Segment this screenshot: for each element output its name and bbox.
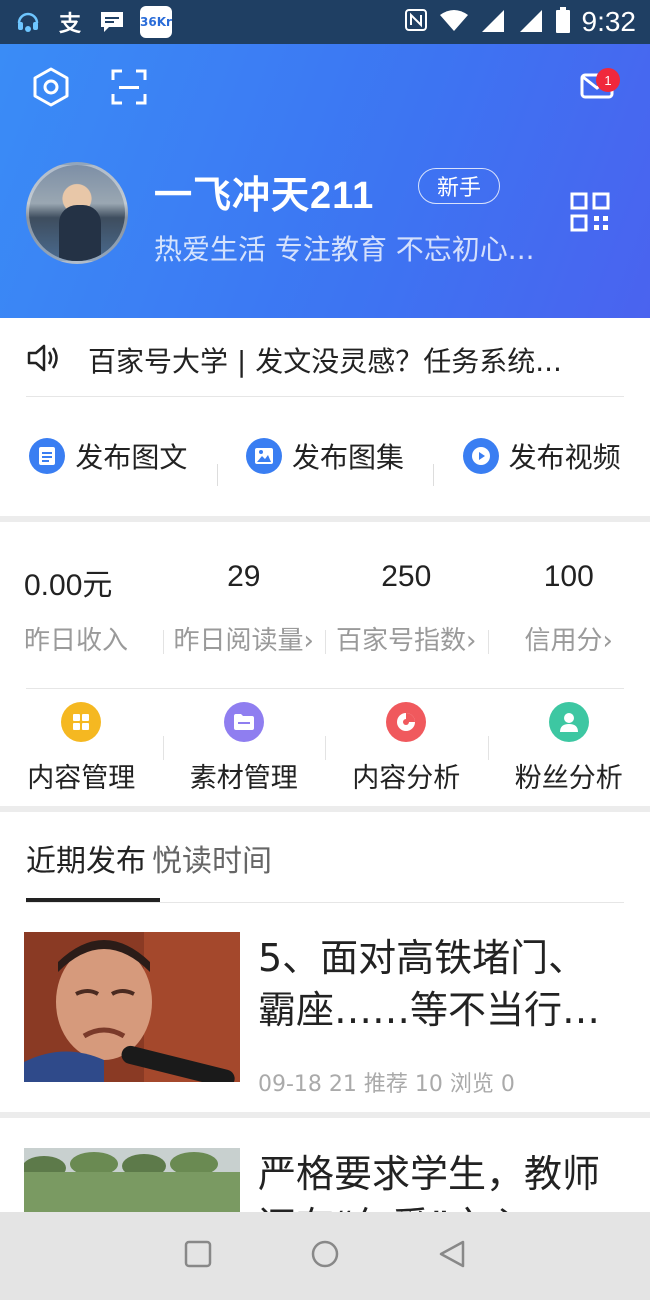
username: 一飞冲天211 bbox=[154, 175, 375, 217]
article-item[interactable]: 严格要求学生，教师还有“仁爱”之心 bbox=[24, 1148, 624, 1218]
headset-icon bbox=[14, 8, 42, 36]
alipay-icon: 支 bbox=[58, 12, 81, 37]
content-analysis-button[interactable]: 内容分析 bbox=[325, 698, 488, 795]
recent-apps-icon[interactable] bbox=[183, 1239, 213, 1273]
publish-gallery-label: 发布图集 bbox=[292, 441, 405, 474]
scan-icon[interactable] bbox=[104, 62, 154, 112]
system-navigation-bar bbox=[0, 1212, 650, 1300]
status-bar: 支 36Kr 9:32 bbox=[0, 0, 650, 44]
play-icon bbox=[462, 438, 499, 474]
settings-icon[interactable] bbox=[26, 62, 76, 112]
tools-row: 内容管理 素材管理 内容分析 粉丝分析 bbox=[0, 698, 650, 795]
stats-row: 0.00元 昨日收入 29 昨日阅读量› 250 百家号指数› 100 信用分› bbox=[0, 560, 650, 657]
article-thumbnail bbox=[24, 932, 240, 1082]
stat-label: 信用分› bbox=[524, 626, 613, 656]
nfc-icon bbox=[404, 8, 428, 36]
home-icon[interactable] bbox=[309, 1238, 341, 1274]
back-icon[interactable] bbox=[437, 1239, 467, 1273]
article-thumbnail bbox=[24, 1148, 240, 1218]
signal-icon bbox=[518, 8, 544, 36]
stat-index[interactable]: 250 百家号指数› bbox=[325, 560, 488, 657]
tab-reading-time[interactable]: 悦读时间 bbox=[152, 836, 272, 880]
stat-label: 昨日阅读量› bbox=[173, 626, 314, 656]
stat-value: 250 bbox=[381, 560, 432, 593]
user-bio: 热爱生活 专注教育 不忘初心... bbox=[154, 233, 535, 266]
tool-label: 内容管理 bbox=[27, 763, 136, 794]
level-badge[interactable]: 新手 bbox=[418, 168, 501, 204]
pie-chart-icon bbox=[386, 702, 427, 742]
signal-icon bbox=[480, 8, 506, 36]
publish-video-label: 发布视频 bbox=[508, 441, 621, 474]
notice-text: 百家号大学 | 发文没灵感？任务系统... bbox=[88, 345, 562, 378]
stat-label: 昨日收入 bbox=[24, 626, 129, 656]
publish-article-button[interactable]: 发布图文 bbox=[0, 436, 217, 476]
qr-code-icon[interactable] bbox=[570, 192, 610, 232]
publish-article-label: 发布图文 bbox=[75, 441, 188, 474]
stat-value: 29 bbox=[227, 560, 261, 593]
grid-icon bbox=[61, 702, 102, 742]
profile-header: 1 一飞冲天211 新手 热爱生活 专注教育 不忘初心... bbox=[0, 44, 650, 318]
publish-card: 百家号大学 | 发文没灵感？任务系统... 发布图文 发布图集 发布视频 bbox=[0, 318, 650, 516]
recent-posts-card: 近期发布 悦读时间 5、面对高铁堵门、霸座……等不当行… 09-18 21 推荐… bbox=[0, 812, 650, 1112]
battery-icon bbox=[555, 7, 570, 37]
mail-button[interactable]: 1 bbox=[572, 62, 622, 112]
article-meta: 09-18 21 推荐 10 浏览 0 bbox=[258, 1072, 515, 1097]
wifi-icon bbox=[439, 9, 468, 35]
stat-income: 0.00元 昨日收入 bbox=[0, 560, 163, 657]
avatar[interactable] bbox=[26, 162, 128, 264]
unread-badge: 1 bbox=[596, 68, 620, 92]
content-management-button[interactable]: 内容管理 bbox=[0, 698, 163, 795]
divider bbox=[26, 688, 624, 689]
stat-value: 0.00元 bbox=[24, 569, 113, 602]
clock: 9:32 bbox=[581, 6, 637, 37]
fans-analysis-button[interactable]: 粉丝分析 bbox=[487, 698, 650, 795]
stat-value: 100 bbox=[543, 560, 594, 593]
publish-row: 发布图文 发布图集 发布视频 bbox=[0, 416, 650, 496]
article-title: 严格要求学生，教师还有“仁爱”之心 bbox=[258, 1152, 601, 1218]
divider bbox=[26, 396, 624, 397]
tab-bar: 近期发布 悦读时间 bbox=[26, 836, 272, 880]
36kr-icon: 36Kr bbox=[140, 6, 172, 38]
article-title: 5、面对高铁堵门、霸座……等不当行… bbox=[258, 936, 601, 1032]
divider bbox=[26, 902, 624, 903]
publish-gallery-button[interactable]: 发布图集 bbox=[216, 436, 434, 486]
article-item[interactable]: 5、面对高铁堵门、霸座……等不当行… 09-18 21 推荐 10 浏览 0 bbox=[24, 932, 624, 1097]
tool-label: 素材管理 bbox=[189, 763, 298, 794]
publish-video-button[interactable]: 发布视频 bbox=[433, 436, 650, 486]
user-icon bbox=[548, 702, 589, 742]
tool-label: 粉丝分析 bbox=[514, 763, 623, 794]
recent-posts-card-continued: 严格要求学生，教师还有“仁爱”之心 bbox=[0, 1118, 650, 1218]
article-icon bbox=[29, 438, 66, 474]
stats-card: 0.00元 昨日收入 29 昨日阅读量› 250 百家号指数› 100 信用分›… bbox=[0, 522, 650, 806]
stat-label: 百家号指数› bbox=[336, 626, 477, 656]
image-icon bbox=[246, 438, 282, 474]
notice-bar[interactable]: 百家号大学 | 发文没灵感？任务系统... bbox=[26, 340, 562, 380]
tab-recent[interactable]: 近期发布 bbox=[26, 836, 146, 880]
message-icon bbox=[98, 8, 126, 36]
stat-reads[interactable]: 29 昨日阅读量› bbox=[162, 560, 326, 657]
speaker-icon bbox=[26, 342, 62, 378]
stat-credit[interactable]: 100 信用分› bbox=[487, 560, 650, 657]
material-management-button[interactable]: 素材管理 bbox=[162, 698, 326, 795]
folder-icon bbox=[223, 702, 264, 742]
tool-label: 内容分析 bbox=[352, 763, 461, 794]
